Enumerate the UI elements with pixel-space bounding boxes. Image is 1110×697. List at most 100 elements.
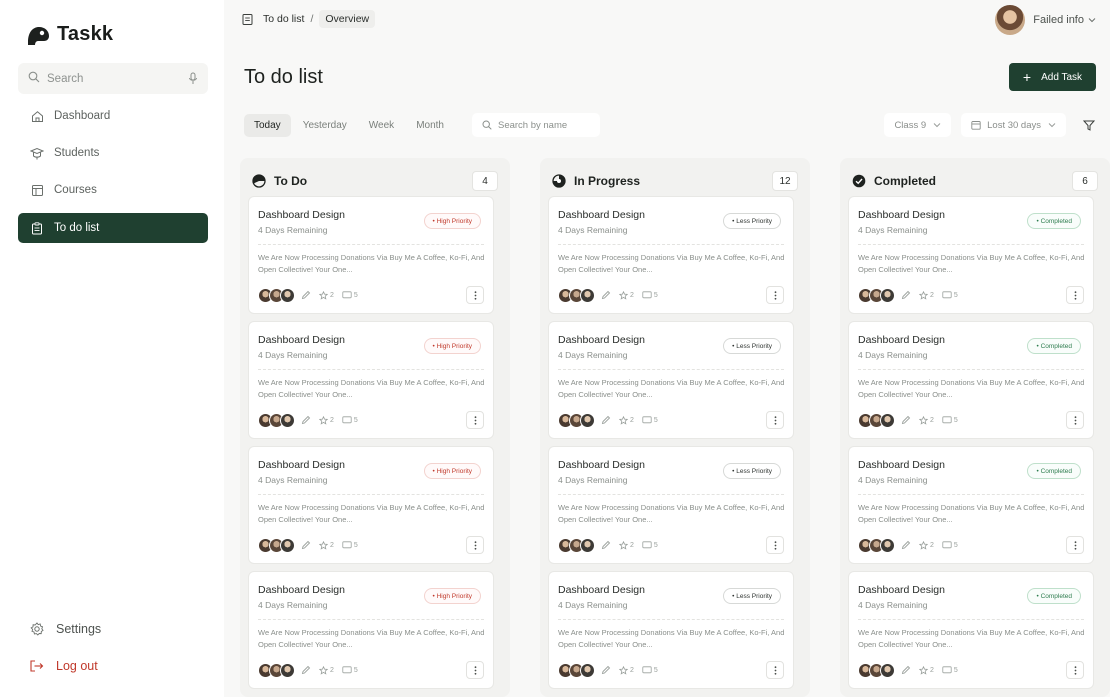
comments[interactable]: 5 xyxy=(342,665,358,675)
more-options-icon[interactable] xyxy=(466,411,484,429)
more-options-icon[interactable] xyxy=(466,536,484,554)
more-options-icon[interactable] xyxy=(1066,286,1084,304)
divider xyxy=(258,619,484,620)
breadcrumb-current[interactable]: Overview xyxy=(319,10,376,28)
breadcrumb-root[interactable]: To do list xyxy=(263,13,304,25)
add-task-button[interactable]: + Add Task xyxy=(1009,63,1096,91)
user-menu[interactable]: Failed info xyxy=(995,5,1096,35)
settings-link[interactable]: Settings xyxy=(30,622,101,636)
more-options-icon[interactable] xyxy=(466,286,484,304)
logout-link[interactable]: Log out xyxy=(30,659,98,673)
likes[interactable]: 2 xyxy=(319,665,334,675)
assignee-avatars[interactable] xyxy=(258,287,295,303)
comments[interactable]: 5 xyxy=(642,665,658,675)
task-card[interactable]: Dashboard Design 4 Days Remaining • Comple… xyxy=(848,321,1094,439)
task-card[interactable]: Dashboard Design 4 Days Remaining • Less P… xyxy=(548,571,794,689)
likes[interactable]: 2 xyxy=(919,540,934,550)
task-card[interactable]: Dashboard Design 4 Days Remaining • Less P… xyxy=(548,321,794,439)
likes[interactable]: 2 xyxy=(619,290,634,300)
assignee-avatars[interactable] xyxy=(258,537,295,553)
logo[interactable]: Taskk xyxy=(25,23,113,46)
pencil-icon[interactable] xyxy=(301,290,311,300)
more-options-icon[interactable] xyxy=(466,661,484,679)
likes[interactable]: 2 xyxy=(319,540,334,550)
tab-yesterday[interactable]: Yesterday xyxy=(293,114,357,137)
assignee-avatars[interactable] xyxy=(258,412,295,428)
pencil-icon[interactable] xyxy=(901,290,911,300)
task-card[interactable]: Dashboard Design 4 Days Remaining • Comple… xyxy=(848,196,1094,314)
date-range-dropdown[interactable]: Lost 30 days xyxy=(961,113,1066,137)
more-options-icon[interactable] xyxy=(766,661,784,679)
sidebar-item-students[interactable]: Students xyxy=(18,138,208,168)
assignee-avatars[interactable] xyxy=(858,537,895,553)
pencil-icon[interactable] xyxy=(901,540,911,550)
divider xyxy=(558,494,784,495)
more-options-icon[interactable] xyxy=(1066,411,1084,429)
pencil-icon[interactable] xyxy=(301,665,311,675)
assignee-avatars[interactable] xyxy=(858,412,895,428)
task-card[interactable]: Dashboard Design 4 Days Remaining • High P… xyxy=(248,446,494,564)
comments[interactable]: 5 xyxy=(342,540,358,550)
search-input[interactable] xyxy=(47,72,177,85)
tab-today[interactable]: Today xyxy=(244,113,291,137)
sidebar-search[interactable] xyxy=(18,63,208,94)
comments[interactable]: 5 xyxy=(342,290,358,300)
microphone-icon[interactable] xyxy=(188,72,198,85)
task-card[interactable]: Dashboard Design 4 Days Remaining • Less P… xyxy=(548,446,794,564)
assignee-avatars[interactable] xyxy=(258,662,295,678)
name-search-input[interactable] xyxy=(497,119,598,131)
task-card[interactable]: Dashboard Design 4 Days Remaining • High P… xyxy=(248,321,494,439)
likes[interactable]: 2 xyxy=(319,415,334,425)
tab-month[interactable]: Month xyxy=(406,114,454,137)
task-card[interactable]: Dashboard Design 4 Days Remaining • Comple… xyxy=(848,446,1094,564)
more-options-icon[interactable] xyxy=(766,286,784,304)
comments[interactable]: 5 xyxy=(942,290,958,300)
task-card[interactable]: Dashboard Design 4 Days Remaining • Comple… xyxy=(848,571,1094,689)
comments[interactable]: 5 xyxy=(642,290,658,300)
comments[interactable]: 5 xyxy=(942,540,958,550)
task-card[interactable]: Dashboard Design 4 Days Remaining • High P… xyxy=(248,571,494,689)
likes[interactable]: 2 xyxy=(619,540,634,550)
task-card[interactable]: Dashboard Design 4 Days Remaining • High P… xyxy=(248,196,494,314)
assignee-avatars[interactable] xyxy=(558,537,595,553)
likes[interactable]: 2 xyxy=(919,290,934,300)
comments[interactable]: 5 xyxy=(642,415,658,425)
comments[interactable]: 5 xyxy=(942,665,958,675)
comments[interactable]: 5 xyxy=(342,415,358,425)
sidebar-item-dashboard[interactable]: Dashboard xyxy=(18,101,208,131)
pencil-icon[interactable] xyxy=(901,415,911,425)
name-search[interactable] xyxy=(471,113,600,137)
class-dropdown[interactable]: Class 9 xyxy=(884,113,952,137)
pencil-icon[interactable] xyxy=(601,415,611,425)
tab-week[interactable]: Week xyxy=(359,114,404,137)
more-options-icon[interactable] xyxy=(1066,661,1084,679)
assignee-avatars[interactable] xyxy=(858,662,895,678)
comments[interactable]: 5 xyxy=(642,540,658,550)
pencil-icon[interactable] xyxy=(901,665,911,675)
assignee-avatars[interactable] xyxy=(558,412,595,428)
assignee-avatars[interactable] xyxy=(558,287,595,303)
task-card[interactable]: Dashboard Design 4 Days Remaining • Less P… xyxy=(548,196,794,314)
likes[interactable]: 2 xyxy=(619,665,634,675)
more-options-icon[interactable] xyxy=(1066,536,1084,554)
pencil-icon[interactable] xyxy=(301,540,311,550)
assignee-avatars[interactable] xyxy=(558,662,595,678)
likes[interactable]: 2 xyxy=(919,415,934,425)
comments[interactable]: 5 xyxy=(942,415,958,425)
likes[interactable]: 2 xyxy=(919,665,934,675)
pencil-icon[interactable] xyxy=(601,290,611,300)
filter-icon[interactable] xyxy=(1082,118,1096,132)
assignee-avatars[interactable] xyxy=(858,287,895,303)
more-options-icon[interactable] xyxy=(766,536,784,554)
comment-icon xyxy=(642,290,652,298)
likes[interactable]: 2 xyxy=(619,415,634,425)
task-remaining: 4 Days Remaining xyxy=(558,600,628,610)
pencil-icon[interactable] xyxy=(601,540,611,550)
sidebar-item-todo[interactable]: To do list xyxy=(18,213,208,243)
more-options-icon[interactable] xyxy=(766,411,784,429)
likes[interactable]: 2 xyxy=(319,290,334,300)
pencil-icon[interactable] xyxy=(601,665,611,675)
sidebar-item-courses[interactable]: Courses xyxy=(18,175,208,205)
pin-icon xyxy=(919,540,928,550)
pencil-icon[interactable] xyxy=(301,415,311,425)
